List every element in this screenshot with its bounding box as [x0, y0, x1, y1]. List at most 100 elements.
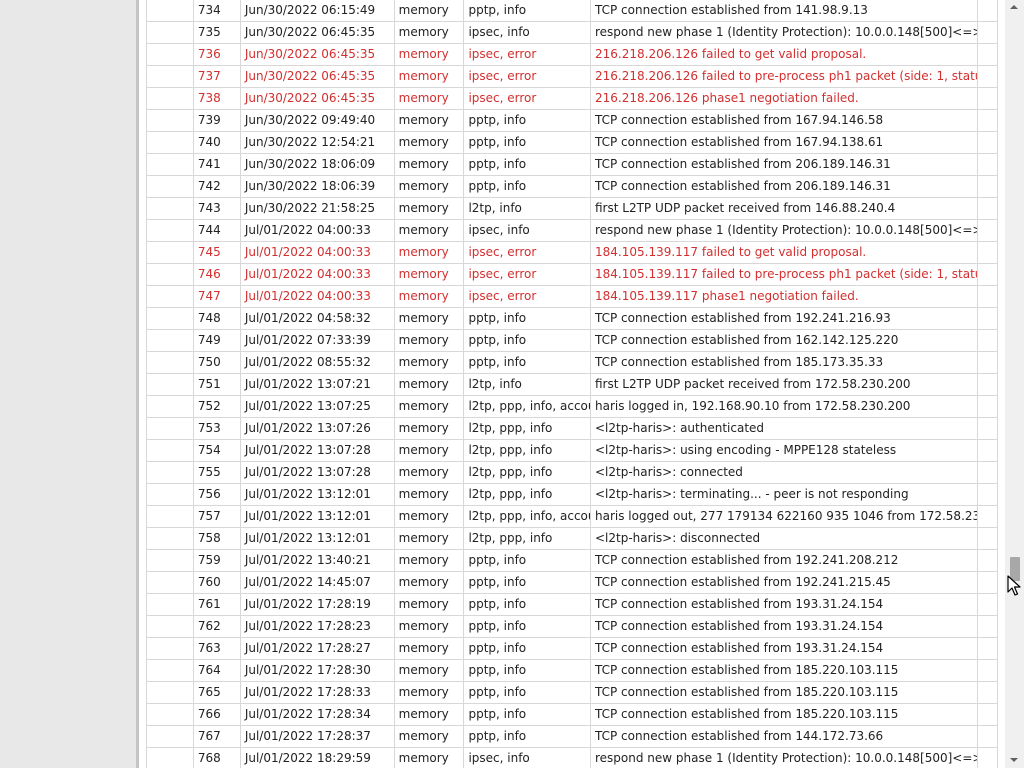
log-time-cell: Jul/01/2022 07:33:39 — [240, 329, 395, 352]
log-topics-cell: pptp, info — [463, 109, 591, 132]
log-message-cell: TCP connection established from 144.172.… — [590, 725, 979, 748]
log-row[interactable]: 752 Jul/01/2022 13:07:25 memory l2tp, ppp, … — [146, 395, 998, 418]
log-row[interactable]: 755 Jul/01/2022 13:07:28 memory l2tp, ppp, … — [146, 461, 998, 484]
log-row[interactable]: 759 Jul/01/2022 13:40:21 memory pptp, info T… — [146, 549, 998, 572]
log-time-cell: Jul/01/2022 14:45:07 — [240, 571, 395, 594]
log-buffer-cell: memory — [394, 659, 465, 682]
log-topics-cell: pptp, info — [463, 571, 591, 594]
log-row[interactable]: 749 Jul/01/2022 07:33:39 memory pptp, info T… — [146, 329, 998, 352]
log-topics-cell: pptp, info — [463, 307, 591, 330]
log-message-cell: TCP connection established from 141.98.9… — [590, 0, 979, 22]
log-row[interactable]: 735 Jun/30/2022 06:45:35 memory ipsec, info… — [146, 21, 998, 44]
log-message-cell: TCP connection established from 185.220.… — [590, 703, 979, 726]
log-topics-cell: ipsec, error — [463, 65, 591, 88]
row-extra-cell — [977, 329, 998, 352]
row-extra-cell — [977, 175, 998, 198]
row-extra-cell — [977, 263, 998, 286]
log-message-cell: TCP connection established from 206.189.… — [590, 153, 979, 176]
log-number-cell: 754 — [193, 439, 241, 462]
log-row[interactable]: 766 Jul/01/2022 17:28:34 memory pptp, info T… — [146, 703, 998, 726]
log-topics-cell: pptp, info — [463, 0, 591, 22]
row-select-cell — [146, 87, 194, 110]
row-select-cell — [146, 329, 194, 352]
vertical-scrollbar[interactable] — [1005, 0, 1024, 768]
log-row[interactable]: 745 Jul/01/2022 04:00:33 memory ipsec, erro… — [146, 241, 998, 264]
log-row[interactable]: 767 Jul/01/2022 17:28:37 memory pptp, info T… — [146, 725, 998, 748]
log-row[interactable]: 762 Jul/01/2022 17:28:23 memory pptp, info T… — [146, 615, 998, 638]
row-extra-cell — [977, 571, 998, 594]
log-number-cell: 740 — [193, 131, 241, 154]
log-number-cell: 736 — [193, 43, 241, 66]
row-select-cell — [146, 505, 194, 528]
log-row[interactable]: 756 Jul/01/2022 13:12:01 memory l2tp, ppp, … — [146, 483, 998, 506]
log-number-cell: 766 — [193, 703, 241, 726]
scroll-up-arrow-icon[interactable] — [1005, 0, 1024, 16]
log-topics-cell: ipsec, info — [463, 219, 591, 242]
log-row[interactable]: 753 Jul/01/2022 13:07:26 memory l2tp, ppp, … — [146, 417, 998, 440]
log-row[interactable]: 747 Jul/01/2022 04:00:33 memory ipsec, erro… — [146, 285, 998, 308]
log-row[interactable]: 746 Jul/01/2022 04:00:33 memory ipsec, erro… — [146, 263, 998, 286]
log-row[interactable]: 760 Jul/01/2022 14:45:07 memory pptp, info T… — [146, 571, 998, 594]
log-time-cell: Jun/30/2022 12:54:21 — [240, 131, 395, 154]
log-buffer-cell: memory — [394, 65, 465, 88]
log-message-cell: 184.105.139.117 failed to get valid prop… — [590, 241, 979, 264]
row-extra-cell — [977, 439, 998, 462]
log-message-cell: <l2tp-haris>: connected — [590, 461, 979, 484]
row-extra-cell — [977, 43, 998, 66]
log-row[interactable]: 765 Jul/01/2022 17:28:33 memory pptp, info T… — [146, 681, 998, 704]
log-time-cell: Jul/01/2022 13:07:28 — [240, 461, 395, 484]
left-gutter — [0, 0, 136, 768]
log-topics-cell: pptp, info — [463, 659, 591, 682]
log-time-cell: Jul/01/2022 17:28:33 — [240, 681, 395, 704]
log-row[interactable]: 763 Jul/01/2022 17:28:27 memory pptp, info T… — [146, 637, 998, 660]
log-topics-cell: ipsec, info — [463, 747, 591, 768]
log-row[interactable]: 757 Jul/01/2022 13:12:01 memory l2tp, ppp, … — [146, 505, 998, 528]
log-row[interactable]: 736 Jun/30/2022 06:45:35 memory ipsec, erro… — [146, 43, 998, 66]
log-row[interactable]: 764 Jul/01/2022 17:28:30 memory pptp, info T… — [146, 659, 998, 682]
log-row[interactable]: 768 Jul/01/2022 18:29:59 memory ipsec, info… — [146, 747, 998, 768]
row-extra-cell — [977, 593, 998, 616]
log-row[interactable]: 743 Jun/30/2022 21:58:25 memory l2tp, info f… — [146, 197, 998, 220]
row-extra-cell — [977, 219, 998, 242]
log-row[interactable]: 742 Jun/30/2022 18:06:39 memory pptp, info T… — [146, 175, 998, 198]
log-buffer-cell: memory — [394, 241, 465, 264]
log-message-cell: <l2tp-haris>: authenticated — [590, 417, 979, 440]
row-extra-cell — [977, 0, 998, 22]
log-message-cell: <l2tp-haris>: using encoding - MPPE128 s… — [590, 439, 979, 462]
log-buffer-cell: memory — [394, 747, 465, 768]
row-extra-cell — [977, 659, 998, 682]
log-row[interactable]: 751 Jul/01/2022 13:07:21 memory l2tp, info f… — [146, 373, 998, 396]
log-row[interactable]: 761 Jul/01/2022 17:28:19 memory pptp, info T… — [146, 593, 998, 616]
log-number-cell: 745 — [193, 241, 241, 264]
log-row[interactable]: 750 Jul/01/2022 08:55:32 memory pptp, info T… — [146, 351, 998, 374]
log-row[interactable]: 758 Jul/01/2022 13:12:01 memory l2tp, ppp, … — [146, 527, 998, 550]
row-extra-cell — [977, 549, 998, 572]
log-buffer-cell: memory — [394, 725, 465, 748]
log-row[interactable]: 744 Jul/01/2022 04:00:33 memory ipsec, info… — [146, 219, 998, 242]
log-buffer-cell: memory — [394, 43, 465, 66]
row-select-cell — [146, 263, 194, 286]
log-row[interactable]: 739 Jun/30/2022 09:49:40 memory pptp, info T… — [146, 109, 998, 132]
log-row[interactable]: 738 Jun/30/2022 06:45:35 memory ipsec, erro… — [146, 87, 998, 110]
log-topics-cell: ipsec, error — [463, 263, 591, 286]
row-select-cell — [146, 417, 194, 440]
scroll-down-arrow-icon[interactable] — [1005, 752, 1024, 768]
log-time-cell: Jul/01/2022 18:29:59 — [240, 747, 395, 768]
row-extra-cell — [977, 373, 998, 396]
log-row[interactable]: 737 Jun/30/2022 06:45:35 memory ipsec, erro… — [146, 65, 998, 88]
log-message-cell: 184.105.139.117 failed to pre-process ph… — [590, 263, 979, 286]
log-topics-cell: l2tp, ppp, info — [463, 483, 591, 506]
log-row[interactable]: 754 Jul/01/2022 13:07:28 memory l2tp, ppp, … — [146, 439, 998, 462]
log-time-cell: Jul/01/2022 13:12:01 — [240, 527, 395, 550]
log-buffer-cell: memory — [394, 615, 465, 638]
log-row[interactable]: 734 Jun/30/2022 06:15:49 memory pptp, info T… — [146, 0, 998, 22]
log-topics-cell: ipsec, error — [463, 285, 591, 308]
row-select-cell — [146, 219, 194, 242]
log-buffer-cell: memory — [394, 549, 465, 572]
log-row[interactable]: 748 Jul/01/2022 04:58:32 memory pptp, info T… — [146, 307, 998, 330]
log-row[interactable]: 740 Jun/30/2022 12:54:21 memory pptp, info T… — [146, 131, 998, 154]
row-select-cell — [146, 307, 194, 330]
log-row[interactable]: 741 Jun/30/2022 18:06:09 memory pptp, info T… — [146, 153, 998, 176]
log-message-cell: TCP connection established from 192.241.… — [590, 307, 979, 330]
log-time-cell: Jun/30/2022 09:49:40 — [240, 109, 395, 132]
